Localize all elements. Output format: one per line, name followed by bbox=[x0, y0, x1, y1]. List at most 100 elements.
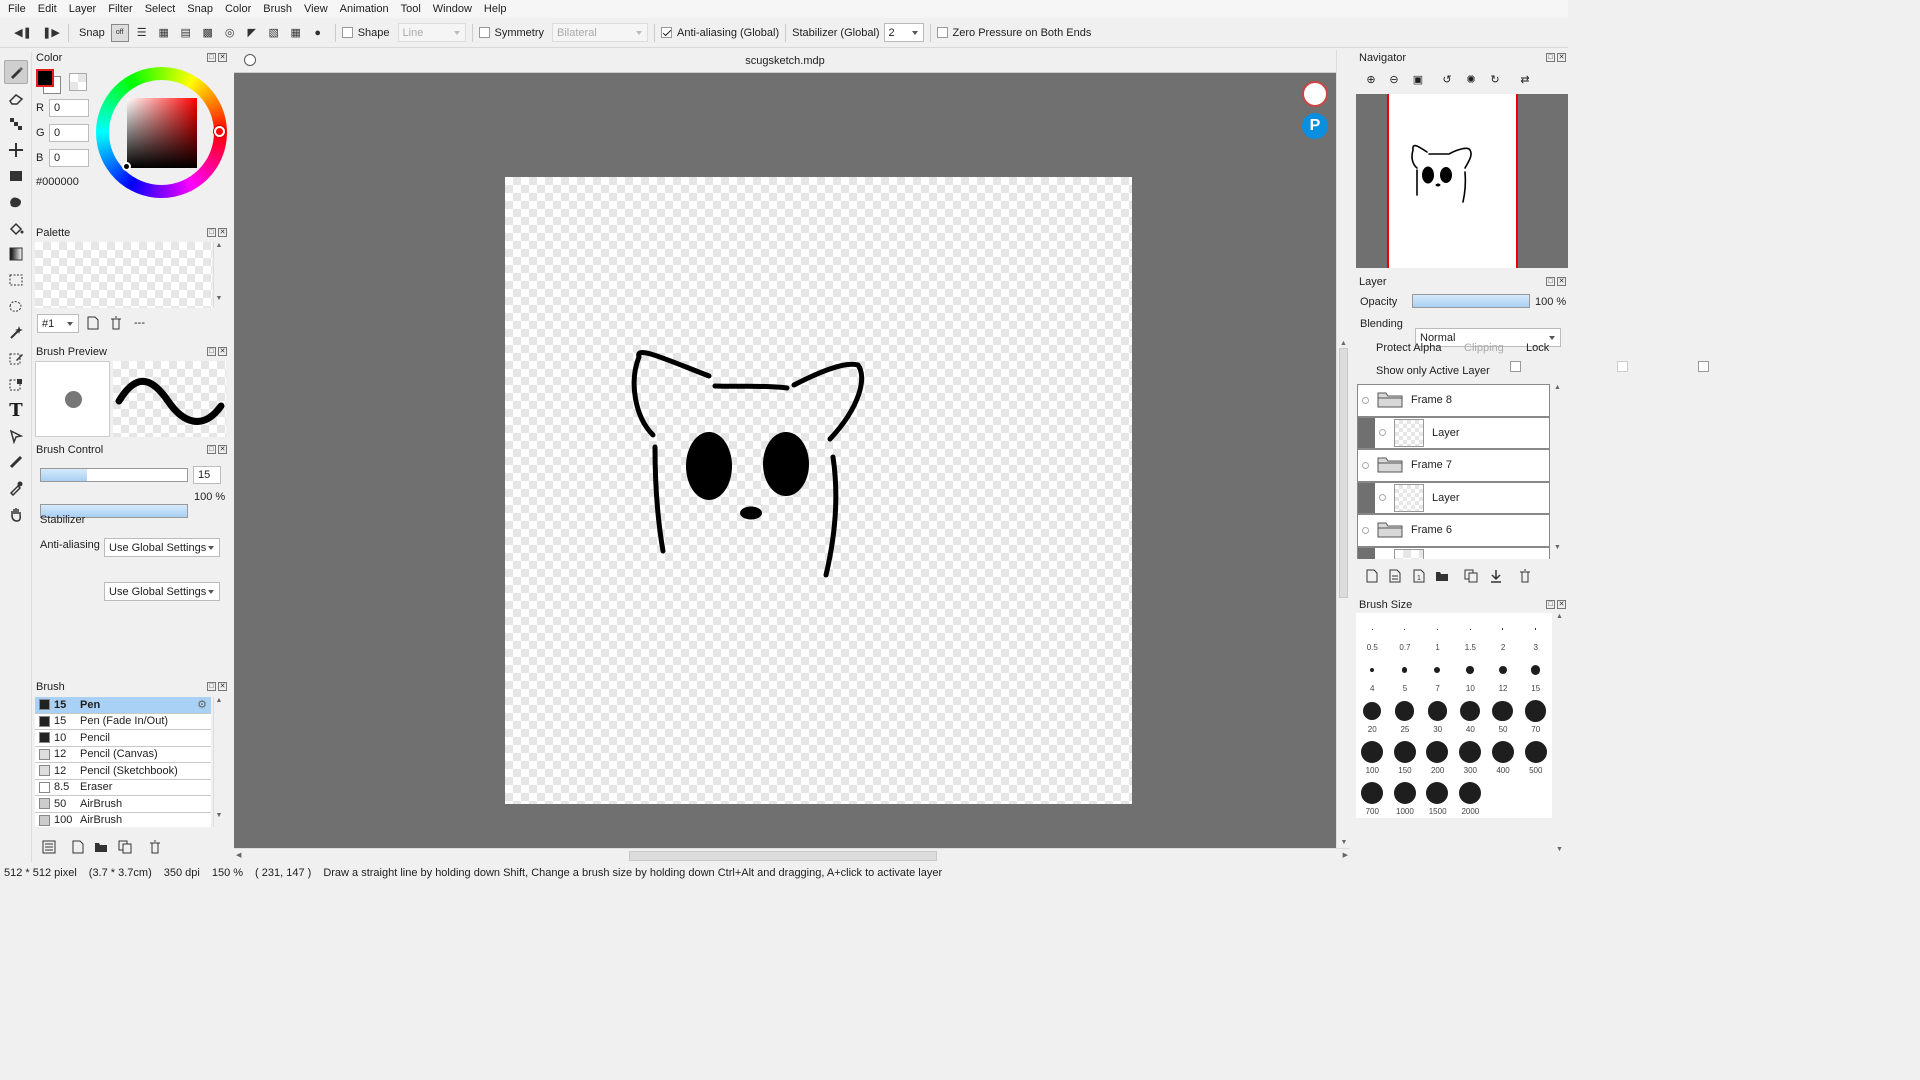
layer-folder-row[interactable]: Frame 6 bbox=[1357, 514, 1550, 547]
close-icon[interactable]: ✕ bbox=[218, 347, 227, 356]
delete-palette-icon[interactable] bbox=[108, 315, 124, 331]
brush-size-preset[interactable]: 25 bbox=[1389, 695, 1422, 736]
sv-cursor[interactable] bbox=[122, 162, 131, 171]
brush-size-preset[interactable]: 300 bbox=[1454, 736, 1487, 777]
menu-window[interactable]: Window bbox=[425, 3, 476, 15]
transparent-color-swatch[interactable] bbox=[69, 73, 87, 91]
brush-size-preset[interactable]: 100 bbox=[1356, 736, 1389, 777]
protect-alpha-checkbox[interactable] bbox=[1510, 361, 1522, 373]
palette-swatch-area[interactable] bbox=[35, 242, 212, 308]
menu-file[interactable]: File bbox=[0, 3, 30, 15]
rotate-left-icon[interactable]: ↺ bbox=[1439, 71, 1455, 87]
float-icon[interactable]: □ bbox=[1546, 53, 1555, 62]
brush-size-preset[interactable]: 500 bbox=[1520, 736, 1553, 777]
layer-folder-row[interactable]: Frame 7 bbox=[1357, 449, 1550, 482]
r-input[interactable]: 0 bbox=[49, 99, 89, 117]
close-icon[interactable]: ✕ bbox=[1557, 600, 1566, 609]
close-icon[interactable]: ✕ bbox=[218, 445, 227, 454]
brush-size-preset[interactable]: 12 bbox=[1487, 654, 1520, 695]
gradient-tool-icon[interactable] bbox=[4, 242, 28, 266]
snap-point-icon[interactable]: ● bbox=[309, 24, 327, 42]
brush-size-preset[interactable]: 1 bbox=[1421, 613, 1454, 654]
brush-list-item[interactable]: 100 AirBrush bbox=[35, 813, 211, 828]
brush-size-preset[interactable]: 0.5 bbox=[1356, 613, 1389, 654]
brush-list-item[interactable]: 12 Pencil (Sketchbook) bbox=[35, 763, 211, 780]
saturation-value-square[interactable] bbox=[127, 98, 197, 168]
brush-size-preset[interactable]: 1.5 bbox=[1454, 613, 1487, 654]
brush-size-preset[interactable]: 40 bbox=[1454, 695, 1487, 736]
snap-circle-icon[interactable]: ◎ bbox=[221, 24, 239, 42]
eyedropper-tool-icon[interactable] bbox=[4, 476, 28, 500]
brush-list-item[interactable]: 50 AirBrush bbox=[35, 796, 211, 813]
palette-more[interactable]: --- bbox=[134, 317, 145, 329]
avatar[interactable] bbox=[1302, 81, 1328, 107]
visibility-toggle-icon[interactable] bbox=[1362, 396, 1369, 404]
symmetry-select[interactable]: Bilateral bbox=[552, 23, 649, 42]
undo-icon[interactable]: ◀❚ bbox=[14, 24, 32, 42]
brush-settings-icon[interactable] bbox=[41, 839, 57, 855]
canvas-vertical-scrollbar[interactable]: ▲ ▼ bbox=[1336, 50, 1350, 848]
menu-select[interactable]: Select bbox=[137, 3, 180, 15]
layer-list-scrollbar[interactable]: ▲ ▼ bbox=[1552, 384, 1563, 559]
visibility-toggle-icon[interactable] bbox=[1379, 429, 1386, 437]
brush-list-item[interactable]: 15 Pen (Fade In/Out) bbox=[35, 714, 211, 730]
brush-size-preset[interactable]: 200 bbox=[1421, 736, 1454, 777]
new-1bit-layer-icon[interactable]: 1 bbox=[1411, 568, 1427, 584]
brush-size-preset[interactable]: 15 bbox=[1520, 654, 1553, 695]
brush-size-slider[interactable] bbox=[40, 468, 188, 482]
magic-wand-tool-icon[interactable] bbox=[4, 320, 28, 344]
snap-curve-icon[interactable]: ◤ bbox=[243, 24, 261, 42]
brush-size-input[interactable]: 15 bbox=[193, 466, 221, 484]
new-brush-icon[interactable] bbox=[70, 839, 86, 855]
close-icon[interactable]: ✕ bbox=[218, 682, 227, 691]
navigator-thumbnail[interactable] bbox=[1356, 94, 1568, 268]
menu-color[interactable]: Color bbox=[217, 3, 255, 15]
brush-size-preset[interactable]: 700 bbox=[1356, 777, 1389, 818]
brush-size-preset[interactable]: 7 bbox=[1421, 654, 1454, 695]
divide-tool-icon[interactable] bbox=[4, 450, 28, 474]
duplicate-layer-icon[interactable] bbox=[1463, 568, 1479, 584]
foreground-color-swatch[interactable] bbox=[36, 69, 54, 87]
brush-size-preset[interactable]: 5 bbox=[1389, 654, 1422, 695]
brush-size-preset[interactable]: 10 bbox=[1454, 654, 1487, 695]
select-eraser-tool-icon[interactable] bbox=[4, 372, 28, 396]
eraser-tool-icon[interactable] bbox=[4, 86, 28, 110]
menu-brush[interactable]: Brush bbox=[255, 3, 296, 15]
menu-tool[interactable]: Tool bbox=[393, 3, 425, 15]
snap-off-button[interactable]: off bbox=[110, 23, 129, 42]
close-icon[interactable]: ✕ bbox=[1557, 53, 1566, 62]
rectangle-fill-tool-icon[interactable] bbox=[4, 164, 28, 188]
snap-horizontal-icon[interactable]: ▤ bbox=[177, 24, 195, 42]
brush-list-scrollbar[interactable]: ▲ ▼ bbox=[213, 697, 224, 827]
menu-layer[interactable]: Layer bbox=[61, 3, 101, 15]
float-icon[interactable]: □ bbox=[207, 445, 216, 454]
brush-size-preset[interactable]: 70 bbox=[1520, 695, 1553, 736]
rotate-right-icon[interactable]: ↻ bbox=[1487, 71, 1503, 87]
lasso-select-tool-icon[interactable] bbox=[4, 294, 28, 318]
visibility-toggle-icon[interactable] bbox=[1362, 526, 1369, 534]
float-icon[interactable]: □ bbox=[207, 228, 216, 237]
merge-down-icon[interactable] bbox=[1488, 568, 1504, 584]
lock-checkbox[interactable] bbox=[1698, 361, 1710, 373]
lasso-fill-tool-icon[interactable] bbox=[4, 190, 28, 214]
menu-animation[interactable]: Animation bbox=[332, 3, 393, 15]
symmetry-checkbox[interactable] bbox=[478, 27, 490, 38]
brush-size-preset[interactable]: 4 bbox=[1356, 654, 1389, 695]
brush-size-scrollbar[interactable]: ▲ ▼ bbox=[1554, 613, 1565, 861]
stabilizer-select[interactable]: 2 bbox=[883, 23, 924, 42]
close-icon[interactable]: ✕ bbox=[218, 53, 227, 62]
delete-layer-icon[interactable] bbox=[1517, 568, 1533, 584]
clipping-checkbox[interactable] bbox=[1617, 361, 1629, 373]
shape-select[interactable]: Line bbox=[397, 23, 466, 42]
visibility-toggle-icon[interactable] bbox=[1379, 494, 1386, 502]
float-icon[interactable]: □ bbox=[207, 682, 216, 691]
brush-antialias-select[interactable]: Use Global Settings bbox=[104, 582, 220, 601]
antialias-checkbox[interactable] bbox=[661, 27, 673, 38]
move-tool-icon[interactable] bbox=[4, 138, 28, 162]
brush-list-item[interactable]: 8.5 Eraser bbox=[35, 780, 211, 796]
pixiv-icon[interactable]: P bbox=[1302, 113, 1328, 139]
brush-list-item[interactable]: 10 Pencil bbox=[35, 730, 211, 747]
layer-row[interactable]: Layer bbox=[1357, 416, 1550, 449]
select-tool-icon[interactable] bbox=[4, 268, 28, 292]
shape-checkbox[interactable] bbox=[341, 27, 353, 38]
